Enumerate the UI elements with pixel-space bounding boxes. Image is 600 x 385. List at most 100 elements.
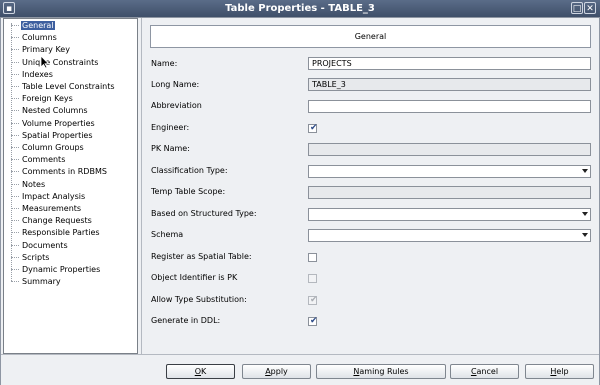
nav-item-columns[interactable]: Columns — [11, 32, 58, 44]
nav-item-indexes[interactable]: Indexes — [11, 69, 54, 81]
nav-item-impact-analysis[interactable]: Impact Analysis — [11, 191, 86, 203]
cancel-button[interactable]: Cancel — [450, 364, 519, 379]
cancel-label: ancel — [476, 367, 499, 376]
tree-branch-line — [11, 269, 19, 270]
tree-branch-line — [11, 110, 19, 112]
temp-table-scope-label: Temp Table Scope: — [151, 187, 226, 196]
nav-item-comments-in-rdbms[interactable]: Comments in RDBMS — [11, 166, 108, 178]
classification-type-select[interactable] — [308, 165, 591, 178]
tree-branch-line — [11, 49, 19, 51]
nav-item-summary[interactable]: Summary — [11, 276, 62, 288]
chevron-down-icon — [582, 169, 588, 173]
nav-item-label: Documents — [22, 240, 68, 250]
check-icon: ✔ — [310, 316, 318, 326]
panel-header: General — [150, 25, 591, 48]
nav-item-label: Spatial Properties — [22, 130, 93, 140]
based-on-structured-type-select[interactable] — [308, 208, 591, 221]
long-name-field: TABLE_3 — [308, 78, 591, 91]
maximize-icon[interactable]: □ — [571, 2, 583, 14]
nav-item-label: Primary Key — [22, 45, 70, 55]
nav-item-column-groups[interactable]: Column Groups — [11, 142, 85, 154]
allow-type-substitution-checkbox: ✔ — [308, 295, 318, 305]
title-bar: ▪ Table Properties - TABLE_3 □ ✕ — [0, 0, 600, 18]
engineer-checkbox[interactable]: ✔ — [308, 123, 318, 133]
schema-select[interactable] — [308, 229, 591, 242]
window-title: Table Properties - TABLE_3 — [225, 3, 375, 14]
tree-branch-line — [11, 134, 19, 136]
tree-branch-line — [11, 256, 19, 258]
close-icon[interactable]: ✕ — [584, 2, 596, 14]
naming-rules-label: aming Rules — [359, 367, 409, 376]
ok-label: K — [201, 367, 207, 376]
long-name-label: Long Name: — [151, 80, 200, 89]
tree-branch-line — [11, 122, 19, 124]
nav-item-foreign-keys[interactable]: Foreign Keys — [11, 93, 74, 105]
nav-item-label: Columns — [22, 33, 57, 43]
nav-item-nested-columns[interactable]: Nested Columns — [11, 105, 89, 117]
naming-rules-button[interactable]: Naming Rules — [316, 364, 446, 379]
tree-branch-line — [11, 195, 19, 197]
pk-name-label: PK Name: — [151, 144, 190, 153]
nav-item-label: Change Requests — [22, 216, 92, 226]
generate-in-ddl-label: Generate in DDL: — [151, 316, 221, 325]
tree-branch-line — [11, 86, 19, 87]
name-label: Name: — [151, 59, 178, 68]
mouse-cursor-icon — [40, 55, 50, 69]
tree-branch-line — [11, 281, 19, 283]
tree-branch-line — [11, 159, 19, 161]
help-label: elp — [556, 367, 569, 376]
generate-in-ddl-checkbox[interactable]: ✔ — [308, 316, 318, 326]
nav-item-unique-constraints[interactable]: Unique Constraints — [11, 57, 99, 69]
nav-item-general[interactable]: General — [11, 20, 55, 32]
nav-item-label: Foreign Keys — [22, 94, 73, 104]
nav-item-notes[interactable]: Notes — [11, 179, 46, 191]
tree-branch-line — [11, 183, 19, 185]
object-identifier-pk-checkbox — [308, 274, 317, 283]
chevron-down-icon — [582, 212, 588, 216]
nav-item-label: Responsible Parties — [22, 228, 100, 238]
engineer-label: Engineer: — [151, 123, 190, 132]
nav-item-change-requests[interactable]: Change Requests — [11, 215, 93, 227]
ok-button[interactable]: OK — [166, 364, 235, 379]
apply-label: pply — [270, 367, 288, 376]
nav-item-label: General — [21, 21, 55, 30]
abbreviation-input[interactable] — [308, 100, 591, 113]
general-panel: General Name: PROJECTS Long Name: TABLE_… — [141, 18, 599, 354]
pk-name-field — [308, 143, 591, 156]
nav-item-label: Table Level Constraints — [22, 82, 115, 91]
nav-item-measurements[interactable]: Measurements — [11, 203, 82, 215]
nav-item-volume-properties[interactable]: Volume Properties — [11, 118, 96, 130]
nav-item-responsible-parties[interactable]: Responsible Parties — [11, 227, 101, 239]
nav-item-table-level-constraints[interactable]: Table Level Constraints — [11, 81, 116, 93]
check-icon: ✔ — [310, 123, 318, 133]
nav-item-scripts[interactable]: Scripts — [11, 252, 50, 264]
apply-button[interactable]: Apply — [242, 364, 311, 379]
nav-item-documents[interactable]: Documents — [11, 240, 69, 252]
check-icon: ✔ — [310, 295, 318, 305]
nav-item-label: Indexes — [22, 69, 53, 79]
tree-branch-line — [11, 98, 19, 100]
tree-branch-line — [11, 220, 19, 222]
register-spatial-label: Register as Spatial Table: — [151, 252, 252, 261]
nav-item-label: Dynamic Properties — [22, 265, 101, 274]
nav-item-label: Volume Properties — [22, 118, 95, 128]
chevron-down-icon — [582, 233, 588, 237]
nav-item-label: Summary — [22, 277, 61, 287]
nav-item-label: Comments — [22, 155, 66, 165]
nav-item-label: Nested Columns — [22, 106, 88, 116]
nav-item-label: Impact Analysis — [22, 191, 86, 201]
nav-item-comments[interactable]: Comments — [11, 154, 66, 166]
tree-branch-line — [11, 61, 19, 63]
nav-item-dynamic-properties[interactable]: Dynamic Properties — [11, 264, 101, 276]
tree-branch-line — [11, 25, 19, 26]
nav-item-spatial-properties[interactable]: Spatial Properties — [11, 130, 94, 142]
name-input[interactable]: PROJECTS — [308, 57, 591, 70]
register-spatial-checkbox[interactable] — [308, 253, 317, 262]
nav-item-label: Scripts — [22, 252, 50, 262]
nav-item-label: Unique Constraints — [22, 57, 99, 67]
tree-branch-line — [11, 37, 19, 39]
based-on-structured-type-label: Based on Structured Type: — [151, 209, 257, 218]
help-button[interactable]: Help — [525, 364, 594, 379]
nav-item-label: Comments in RDBMS — [22, 167, 107, 177]
allow-type-substitution-label: Allow Type Substitution: — [151, 295, 247, 304]
